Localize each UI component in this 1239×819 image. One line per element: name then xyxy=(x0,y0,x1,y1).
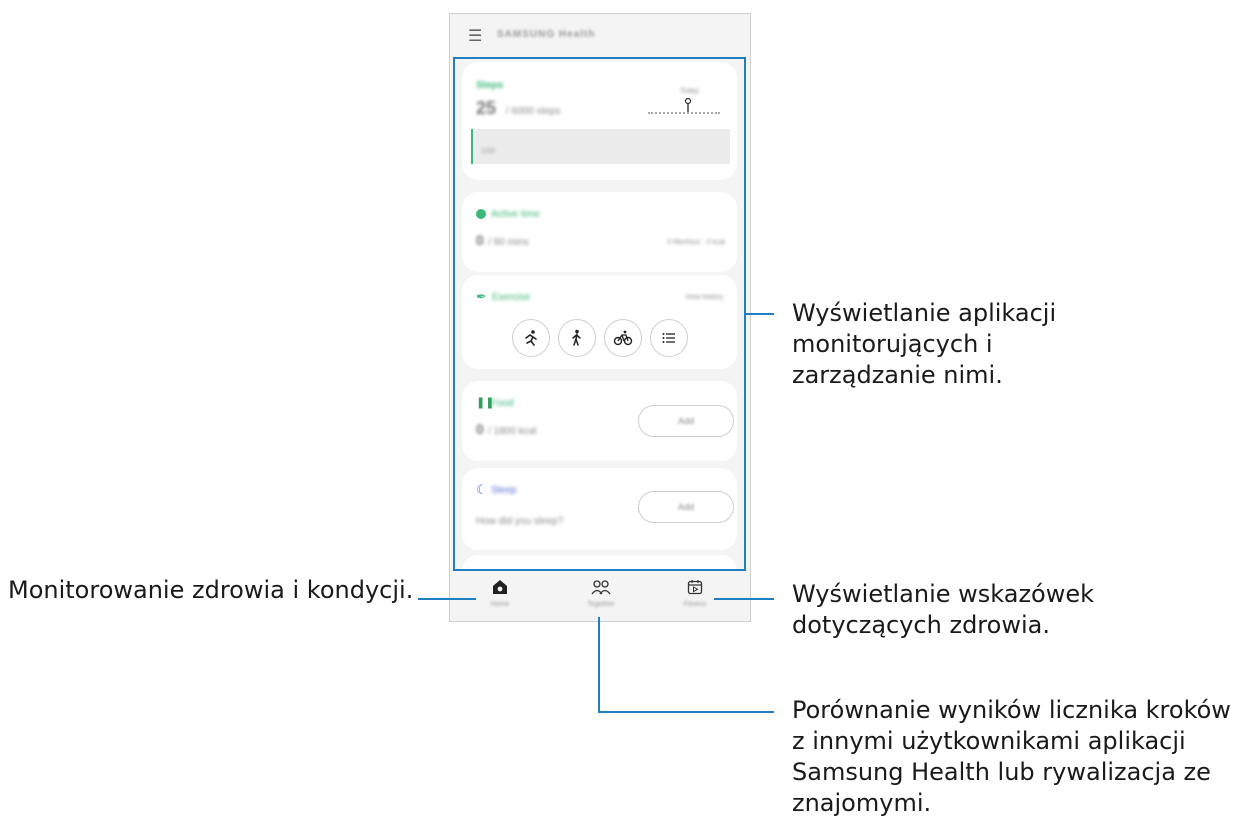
next-card-partial[interactable] xyxy=(462,555,737,569)
steps-label: Steps xyxy=(476,80,504,91)
exercise-history-link[interactable]: View history xyxy=(685,294,723,301)
callout-line-tips xyxy=(714,598,774,600)
callout-home: Monitorowanie zdrowia i kondycji. xyxy=(8,576,414,604)
pin-icon xyxy=(684,97,692,117)
app-title: SAMSUNG Health xyxy=(497,29,596,40)
steps-card[interactable]: Steps 25 / 6000 steps Today 1/10 xyxy=(462,62,737,180)
calendar-play-icon xyxy=(665,579,725,599)
sleep-label: Sleep xyxy=(491,485,517,496)
callout-together: Porównanie wyników licznika kroków z inn… xyxy=(792,696,1231,817)
home-icon xyxy=(470,579,530,599)
nav-fitness[interactable]: Fitness xyxy=(665,579,725,608)
people-icon xyxy=(571,579,631,599)
trackers-area: Steps 25 / 6000 steps Today 1/10 Active … xyxy=(453,57,746,571)
sleep-add-label: Add xyxy=(677,502,694,512)
running-icon[interactable] xyxy=(512,319,550,357)
steps-goal: / 6000 steps xyxy=(506,106,561,117)
bottom-nav: Home Together Fitness xyxy=(450,569,750,621)
active-time-card[interactable]: Active time 0 / 90 mins 0 Min/hour · 0 k… xyxy=(462,192,737,272)
food-value: 0 xyxy=(476,421,484,437)
food-label: Food xyxy=(491,398,514,409)
active-time-value: 0 xyxy=(476,232,484,248)
sleep-question: How did you sleep? xyxy=(476,516,564,527)
app-header: ☰ SAMSUNG Health xyxy=(450,14,750,58)
food-card[interactable]: ❚❚ Food 0 / 1800 kcal Add xyxy=(462,381,737,461)
steps-count: 25 xyxy=(476,98,497,118)
hamburger-icon[interactable]: ☰ xyxy=(468,26,482,46)
steps-bar-fill xyxy=(471,129,473,164)
callout-line-together-vertical xyxy=(598,617,600,713)
callout-line-together-horizontal xyxy=(598,711,774,713)
active-time-goal: / 90 mins xyxy=(488,237,529,248)
sleep-add-button[interactable]: Add xyxy=(638,491,734,523)
active-time-label: Active time xyxy=(491,209,540,220)
nav-home-label: Home xyxy=(490,601,510,608)
steps-bar-text: 1/10 xyxy=(481,148,495,155)
nav-together[interactable]: Together xyxy=(571,579,631,608)
clock-icon xyxy=(476,209,486,219)
exercise-card[interactable]: ✒ Exercise View history xyxy=(462,275,737,369)
moon-icon: ☾ xyxy=(476,482,488,497)
exercise-run-icon: ✒ xyxy=(476,289,487,304)
list-icon[interactable] xyxy=(650,319,688,357)
nav-together-label: Together xyxy=(587,601,615,608)
walking-icon[interactable] xyxy=(558,319,596,357)
sleep-card[interactable]: ☾ Sleep How did you sleep? Add xyxy=(462,468,737,550)
callout-tips: Wyświetlanie wskazówek dotyczących zdrow… xyxy=(792,580,1095,639)
active-time-detail: 0 Min/hour · 0 kcal xyxy=(667,239,725,246)
food-add-button[interactable]: Add xyxy=(638,405,734,437)
steps-bar: 1/10 xyxy=(471,129,730,164)
callout-line-trackers xyxy=(746,313,774,315)
callout-trackers: Wyświetlanie aplikacji monitorujących i … xyxy=(792,299,1057,389)
exercise-label: Exercise xyxy=(492,292,531,303)
steps-badge: Today xyxy=(680,88,699,95)
nav-home[interactable]: Home xyxy=(470,579,530,608)
nav-fitness-label: Fitness xyxy=(683,601,707,608)
cycling-icon[interactable] xyxy=(604,319,642,357)
food-goal: / 1800 kcal xyxy=(488,426,537,437)
callout-line-home xyxy=(418,598,476,600)
food-add-label: Add xyxy=(677,416,694,426)
